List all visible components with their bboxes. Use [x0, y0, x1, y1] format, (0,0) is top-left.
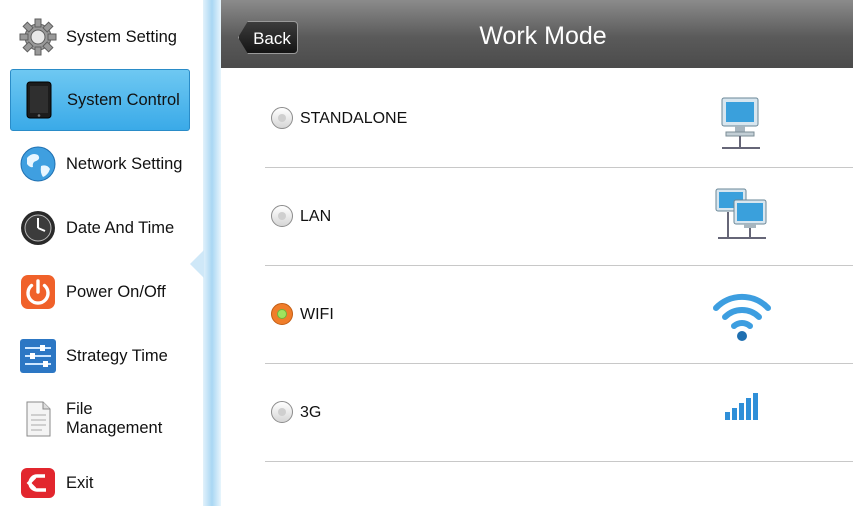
option-label: STANDALONE [300, 110, 408, 127]
document-icon [18, 399, 58, 439]
header-bar: Back Work Mode [221, 0, 853, 68]
sidebar-item-label: Date And Time [66, 218, 175, 237]
radio-button[interactable] [271, 107, 293, 129]
sidebar-item-label: Strategy Time [66, 346, 168, 365]
gear-icon [18, 17, 58, 57]
sidebar: System Setting System Control Network Se… [0, 0, 203, 506]
sidebar-item-label: Exit [66, 473, 94, 492]
option-standalone[interactable]: STANDALONE [265, 70, 853, 168]
sidebar-item-date-and-time[interactable]: Date And Time [10, 197, 190, 259]
sidebar-item-label: Power On/Off [66, 282, 166, 301]
sidebar-item-label: File Management [66, 400, 163, 437]
tablet-icon [19, 80, 59, 120]
page-title: Work Mode [479, 22, 607, 50]
sidebar-item-file-management[interactable]: File Management [10, 388, 190, 450]
radio-button[interactable] [271, 401, 293, 423]
sidebar-item-system-setting[interactable]: System Setting [10, 6, 190, 68]
exit-icon [18, 463, 58, 503]
option-wifi[interactable]: WIFI [265, 266, 853, 364]
radio-button[interactable] [271, 303, 293, 325]
globe-icon [18, 144, 58, 184]
option-label: WIFI [300, 306, 334, 323]
sidebar-divider-notch [190, 250, 204, 278]
sidebar-item-system-control[interactable]: System Control [10, 69, 190, 131]
sidebar-item-label: System Control [67, 90, 180, 109]
sliders-icon [18, 336, 58, 376]
signal-bars-icon [712, 386, 772, 446]
power-icon [18, 272, 58, 312]
option-3g[interactable]: 3G [265, 364, 853, 462]
computer-icon [712, 94, 772, 154]
radio-button[interactable] [271, 205, 293, 227]
sidebar-item-exit[interactable]: Exit [10, 452, 190, 514]
option-label: LAN [300, 208, 332, 225]
network-computers-icon [712, 186, 772, 246]
sidebar-item-strategy-time[interactable]: Strategy Time [10, 325, 190, 387]
sidebar-item-label: Network Setting [66, 154, 183, 173]
clock-icon [18, 208, 58, 248]
option-lan[interactable]: LAN [265, 168, 853, 266]
sidebar-item-network-setting[interactable]: Network Setting [10, 133, 190, 195]
sidebar-item-power-on-off[interactable]: Power On/Off [10, 261, 190, 323]
option-label: 3G [300, 404, 322, 421]
sidebar-item-label: System Setting [66, 27, 177, 46]
wifi-icon [712, 288, 772, 348]
sidebar-divider [203, 0, 221, 506]
